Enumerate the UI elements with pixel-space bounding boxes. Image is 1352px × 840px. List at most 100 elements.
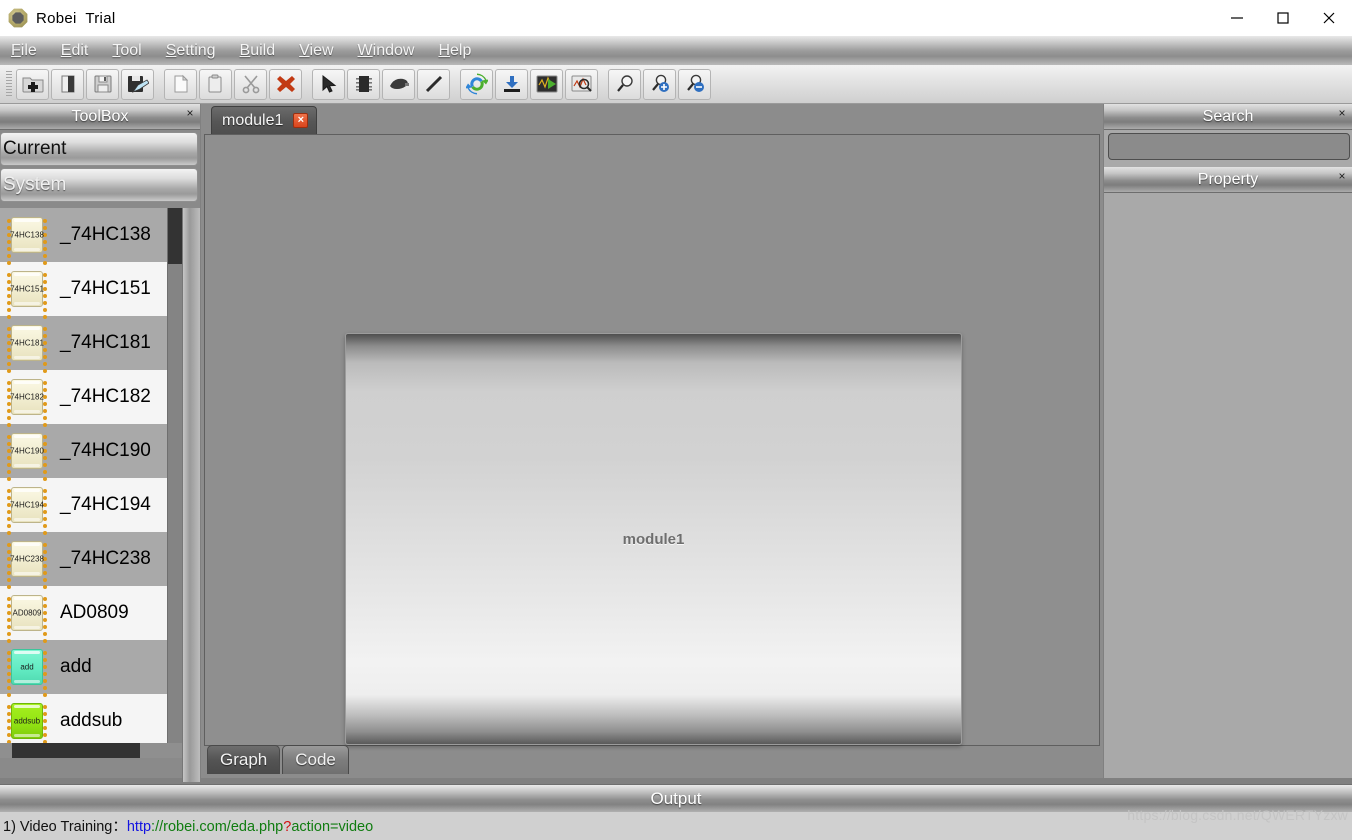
scrollbar-thumb[interactable]	[12, 743, 140, 758]
cut-scissors-icon[interactable]	[234, 68, 267, 100]
application-window: Robei Trial File Edit Tool Setting Build…	[0, 0, 1352, 840]
main-toolbar	[0, 65, 1352, 104]
toolbox-item-label: _74HC194	[60, 494, 151, 515]
chip-icon: 74HC238	[6, 539, 48, 589]
zoom-in-icon[interactable]	[643, 68, 676, 100]
toolbox-item-74hc194[interactable]: 74HC194 _74HC194	[0, 478, 182, 535]
close-icon[interactable]: ×	[1335, 106, 1349, 120]
toolbox-section-current-label: Current	[3, 138, 67, 159]
toolbox-title-bar: ToolBox ×	[0, 104, 200, 130]
port-connector-icon[interactable]	[382, 68, 415, 100]
output-link[interactable]: http://robei.com/eda.php?action=video	[127, 819, 373, 835]
title-bar: Robei Trial	[0, 0, 1352, 36]
chip-icon: 74HC182	[6, 377, 48, 427]
module-block-label: module1	[622, 530, 685, 548]
chip-module-icon[interactable]	[347, 68, 380, 100]
select-arrow-icon[interactable]	[312, 68, 345, 100]
toolbox-item-label: _74HC190	[60, 440, 151, 461]
menu-tool[interactable]: Tool	[109, 40, 144, 62]
chip-icon: 74HC194	[6, 485, 48, 535]
toolbox-section-system[interactable]: System	[0, 168, 198, 202]
wire-line-icon[interactable]	[417, 68, 450, 100]
zoom-normal-icon[interactable]	[608, 68, 641, 100]
search-panel-title-bar: Search ×	[1104, 104, 1352, 130]
toolbox-item-label: _74HC182	[60, 386, 151, 407]
chip-icon: 74HC181	[6, 323, 48, 373]
menu-build[interactable]: Build	[237, 40, 279, 62]
toolbox-item-label: _74HC181	[60, 332, 151, 353]
toolbox-item-74hc181[interactable]: 74HC181 _74HC181	[0, 316, 182, 373]
chip-icon: 74HC190	[6, 431, 48, 481]
new-file-icon[interactable]	[164, 68, 197, 100]
open-folder-icon[interactable]	[51, 68, 84, 100]
document-tab-strip: module1 ×	[201, 104, 1103, 134]
editor-view-tabs: Graph Code	[207, 745, 349, 774]
toolbox-splitter[interactable]	[182, 208, 200, 782]
menu-view[interactable]: View	[296, 40, 336, 62]
toolbox-item-label: _74HC238	[60, 548, 151, 569]
save-as-icon[interactable]	[121, 68, 154, 100]
toolbox-item-add[interactable]: add add	[0, 640, 182, 697]
tab-code[interactable]: Code	[282, 745, 349, 774]
toolbox-item-addsub[interactable]: addsub addsub	[0, 694, 182, 751]
design-canvas[interactable]: module1	[204, 134, 1100, 746]
minimize-icon[interactable]	[1214, 0, 1260, 36]
toolbox-vertical-scrollbar[interactable]	[167, 208, 183, 758]
menu-setting[interactable]: Setting	[163, 40, 219, 62]
toolbox-section-system-label: System	[3, 174, 67, 195]
chip-icon: addsub	[6, 701, 48, 751]
paste-icon[interactable]	[199, 68, 232, 100]
close-icon[interactable]	[1306, 0, 1352, 36]
close-icon[interactable]: ×	[293, 113, 309, 128]
toolbox-item-74hc151[interactable]: 74HC151 _74HC151	[0, 262, 182, 319]
chip-icon: AD0809	[6, 593, 48, 643]
scrollbar-thumb[interactable]	[168, 208, 183, 264]
simulate-run-icon[interactable]	[530, 68, 563, 100]
chip-icon: 74HC138	[6, 215, 48, 265]
output-line: 1) Video Training：http://robei.com/eda.p…	[3, 815, 1352, 836]
menu-edit[interactable]: Edit	[58, 40, 92, 62]
new-project-icon[interactable]	[16, 68, 49, 100]
robei-hex-logo-icon	[8, 8, 28, 28]
zoom-out-icon[interactable]	[678, 68, 711, 100]
delete-x-icon[interactable]	[269, 68, 302, 100]
output-panel-title: Output	[650, 788, 702, 808]
toolbox-item-label: add	[60, 656, 92, 677]
close-icon[interactable]: ×	[183, 106, 197, 120]
toolbox-item-74hc138[interactable]: 74HC138 _74HC138	[0, 208, 182, 265]
tab-graph[interactable]: Graph	[207, 745, 281, 774]
right-panel-column: Search × Property ×	[1104, 104, 1352, 778]
window-title: Robei Trial	[36, 9, 116, 27]
document-tab-module1[interactable]: module1 ×	[211, 106, 318, 134]
property-panel-body[interactable]	[1108, 198, 1352, 778]
download-icon[interactable]	[495, 68, 528, 100]
toolbox-item-74hc238[interactable]: 74HC238 _74HC238	[0, 532, 182, 589]
toolbox-item-ad0809[interactable]: AD0809 AD0809	[0, 586, 182, 643]
maximize-icon[interactable]	[1260, 0, 1306, 36]
compile-refresh-icon[interactable]	[460, 68, 493, 100]
toolbox-component-list[interactable]: 74HC138 _74HC138 74HC151 _74HC151 74HC181 _74…	[0, 208, 182, 758]
menu-bar: File Edit Tool Setting Build View Window…	[0, 36, 1352, 65]
search-input[interactable]	[1108, 133, 1350, 160]
menu-file[interactable]: File	[8, 40, 40, 62]
output-panel-body[interactable]: 1) Video Training：http://robei.com/eda.p…	[0, 812, 1352, 840]
menu-help[interactable]: Help	[435, 40, 474, 62]
save-icon[interactable]	[86, 68, 119, 100]
search-panel-title: Search	[1202, 107, 1254, 125]
waveform-search-icon[interactable]	[565, 68, 598, 100]
chip-icon: 74HC151	[6, 269, 48, 319]
toolbox-item-label: _74HC151	[60, 278, 151, 299]
toolbox-item-74hc190[interactable]: 74HC190 _74HC190	[0, 424, 182, 481]
output-link-part: http	[126, 819, 152, 835]
output-line-prefix: 1) Video Training：	[3, 819, 127, 835]
toolbox-item-label: _74HC138	[60, 224, 151, 245]
toolbox-item-74hc182[interactable]: 74HC182 _74HC182	[0, 370, 182, 427]
module-block[interactable]: module1	[345, 333, 962, 745]
toolbox-horizontal-scrollbar[interactable]	[0, 743, 182, 758]
toolbar-grip[interactable]	[6, 71, 12, 97]
toolbox-item-label: addsub	[60, 710, 123, 731]
menu-window[interactable]: Window	[355, 40, 418, 62]
close-icon[interactable]: ×	[1335, 169, 1349, 183]
toolbox-section-current[interactable]: Current	[0, 132, 198, 166]
output-link-part: ://robei.com/eda.php	[151, 819, 284, 835]
